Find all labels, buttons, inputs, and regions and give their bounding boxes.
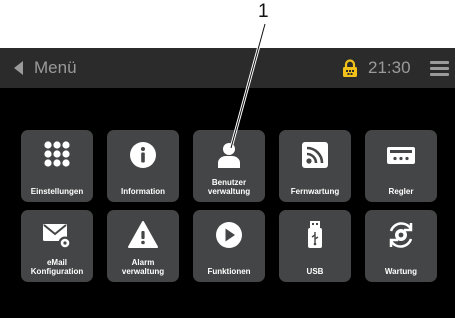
back-arrow-icon[interactable] <box>14 61 23 75</box>
tile-email-konfiguration[interactable]: eMail Konfiguration <box>21 210 93 282</box>
alarm-warning-icon <box>128 221 158 248</box>
clock-time: 21:30 <box>368 58 411 77</box>
lock-icon[interactable] <box>341 59 359 77</box>
play-icon <box>216 222 242 248</box>
tile-label: Funktionen <box>207 267 251 276</box>
tile-wartung[interactable]: Wartung <box>365 210 437 282</box>
email-settings-icon <box>43 224 72 250</box>
tile-label: Fernwartung <box>290 187 340 196</box>
tile-information[interactable]: Information <box>107 130 179 202</box>
tile-alarmverwaltung[interactable]: Alarm verwaltung <box>107 210 179 282</box>
tile-label: Benutzer verwaltung <box>207 178 251 196</box>
tile-funktionen[interactable]: Funktionen <box>193 210 265 282</box>
tile-label: Einstellungen <box>30 187 84 196</box>
tile-label: eMail Konfiguration <box>30 258 84 276</box>
user-icon <box>218 143 240 168</box>
hamburger-menu-icon[interactable] <box>430 61 449 76</box>
tile-benutzerverwaltung[interactable]: Benutzer verwaltung <box>193 130 265 202</box>
controller-display-icon <box>387 147 415 164</box>
page-title: Menü <box>34 58 77 77</box>
remote-signal-icon <box>302 142 328 168</box>
info-icon <box>130 142 156 168</box>
callout-number: 1 <box>258 1 269 22</box>
tile-fernwartung[interactable]: Fernwartung <box>279 130 351 202</box>
maintenance-icon <box>389 222 413 248</box>
title-bar: Menü 21:30 <box>0 48 455 88</box>
usb-stick-icon <box>308 221 322 248</box>
tile-regler[interactable]: Regler <box>365 130 437 202</box>
tile-label: Regler <box>388 187 414 196</box>
keypad-icon <box>44 141 70 167</box>
tile-label: USB <box>306 267 324 276</box>
tile-usb[interactable]: USB <box>279 210 351 282</box>
tile-label: Alarm verwaltung <box>121 258 165 276</box>
tile-einstellungen[interactable]: Einstellungen <box>21 130 93 202</box>
tile-label: Information <box>121 187 165 196</box>
device-screen: Menü 21:30 Einstellungen Information Ben… <box>0 48 455 318</box>
tile-label: Wartung <box>384 267 418 276</box>
